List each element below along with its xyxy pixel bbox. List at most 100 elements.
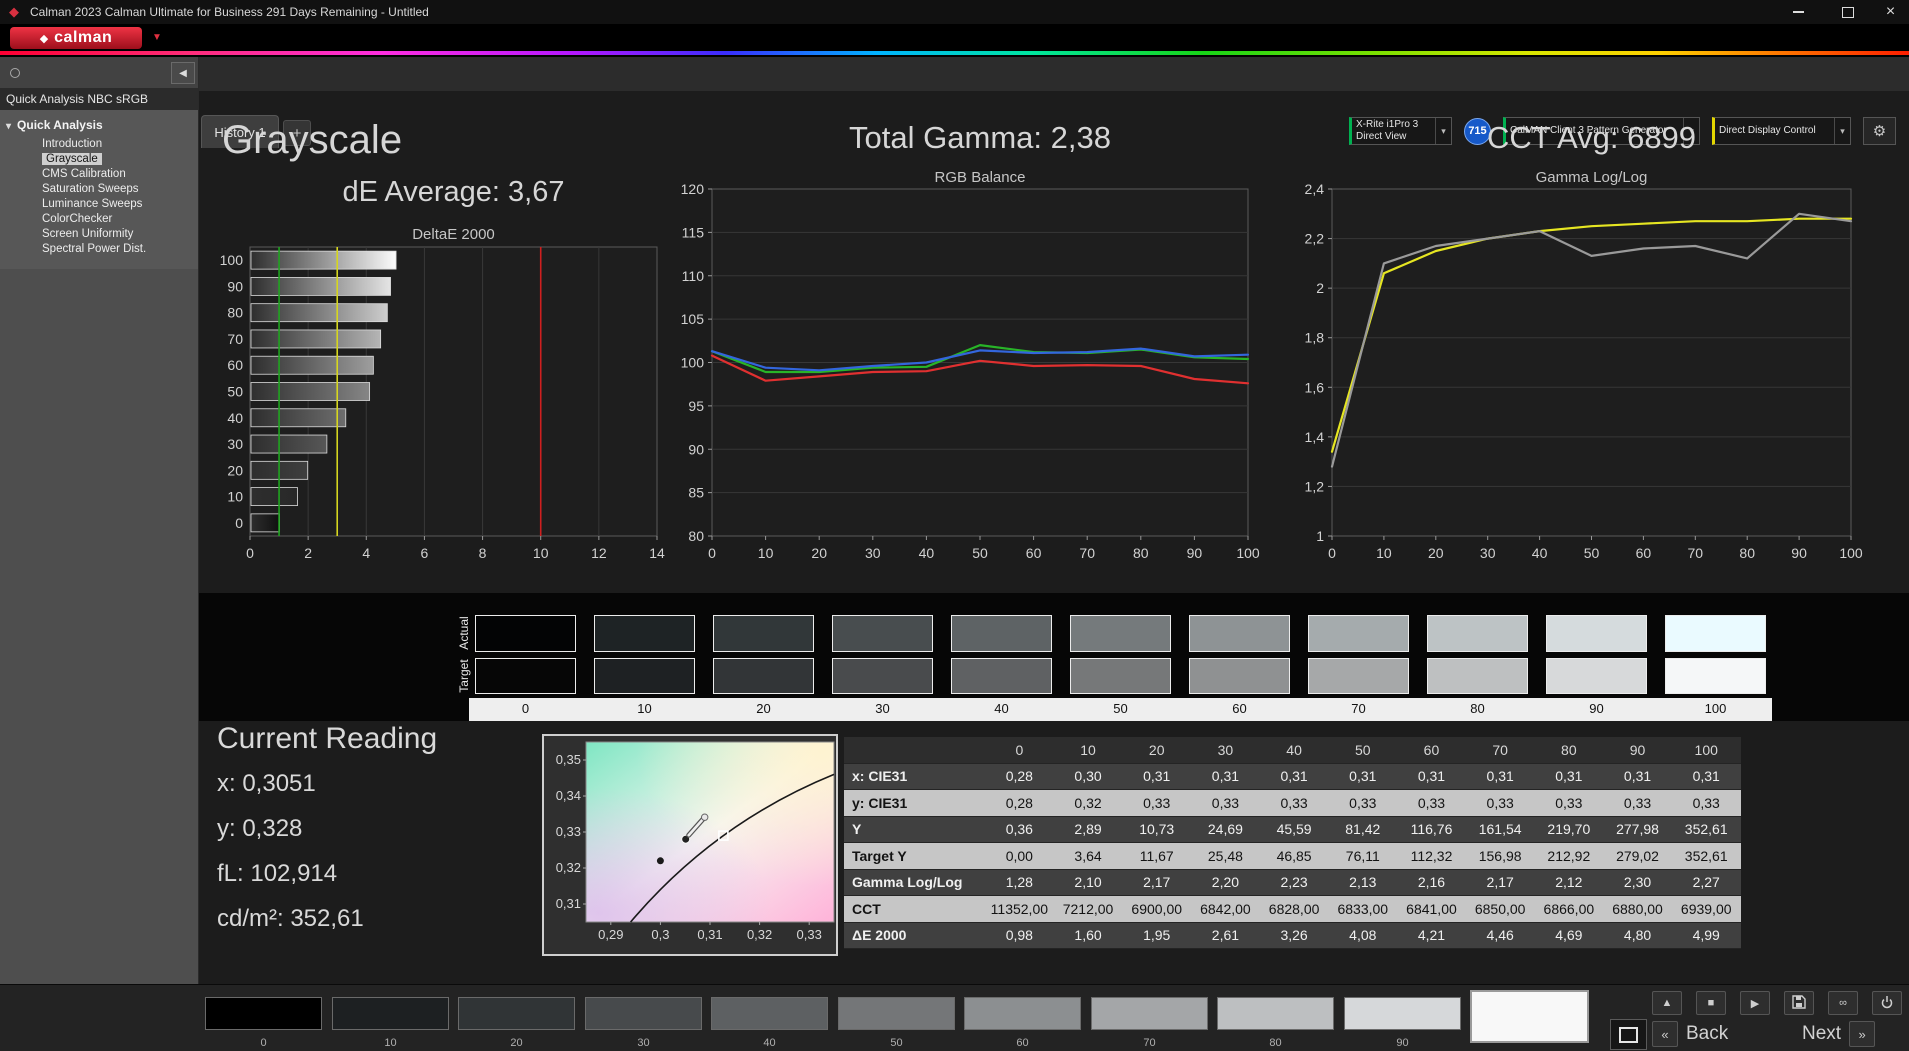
table-cell: 6842,00	[1191, 896, 1260, 923]
sidebar-item-introduction[interactable]: Introduction	[0, 137, 198, 152]
table-row-label-cct: CCT	[844, 896, 985, 923]
logo-bar: ◆ calman ▼	[0, 24, 1909, 57]
stop-button[interactable]: ■	[1696, 991, 1726, 1015]
svg-text:60: 60	[1636, 545, 1652, 560]
sidebar-item-grayscale[interactable]: Grayscale	[0, 152, 198, 167]
table-column-header: 90	[1603, 737, 1672, 764]
sidebar: ◀ Quick Analysis NBC sRGB ▾ Quick Analysi…	[0, 57, 199, 984]
back-skip-icon[interactable]: «	[1652, 1021, 1678, 1047]
play-button[interactable]: ▶	[1740, 991, 1770, 1015]
table-cell: 4,46	[1465, 922, 1535, 949]
sidebar-top-strip: ◀	[0, 57, 198, 88]
settings-gear-button[interactable]: ⚙	[1863, 117, 1896, 145]
swatch-level-label: 20	[756, 701, 771, 716]
target-swatch-0	[475, 658, 576, 694]
swatch-level-label: 10	[637, 701, 652, 716]
table-cell: 2,17	[1122, 869, 1192, 896]
table-cell: 0,33	[1534, 790, 1604, 817]
svg-text:110: 110	[682, 268, 705, 284]
pattern-patch-20[interactable]	[458, 997, 575, 1030]
pattern-patch-60[interactable]	[964, 997, 1081, 1030]
table-cell: 2,10	[1053, 869, 1123, 896]
maximize-button[interactable]	[1826, 0, 1870, 24]
sidebar-item-colorchecker[interactable]: ColorChecker	[0, 212, 198, 227]
minimize-icon	[1792, 11, 1804, 13]
swatch-level-label: 100	[1704, 701, 1727, 716]
svg-text:1,8: 1,8	[1305, 330, 1325, 346]
sidebar-item-saturation-sweeps[interactable]: Saturation Sweeps	[0, 182, 198, 197]
svg-text:85: 85	[688, 485, 704, 501]
calman-logo: ◆ calman	[10, 27, 142, 49]
svg-text:100: 100	[681, 355, 705, 371]
table-cell: 0,33	[1122, 790, 1192, 817]
next-skip-icon[interactable]: »	[1849, 1021, 1876, 1047]
table-row-label-gamma-log-log: Gamma Log/Log	[844, 869, 985, 896]
svg-text:2: 2	[1316, 280, 1324, 296]
svg-text:50: 50	[227, 384, 243, 400]
svg-text:50: 50	[972, 545, 988, 560]
svg-text:1,6: 1,6	[1305, 379, 1325, 395]
table-column-header: 20	[1122, 737, 1192, 764]
table-cell: 2,89	[1053, 816, 1123, 843]
loop-icon: ∞	[1839, 997, 1847, 1009]
pattern-patch-70[interactable]	[1091, 997, 1208, 1030]
table-cell: 6833,00	[1328, 896, 1398, 923]
svg-text:20: 20	[227, 462, 243, 478]
svg-text:80: 80	[1739, 545, 1755, 560]
pattern-patch-40[interactable]	[711, 997, 828, 1030]
svg-text:95: 95	[688, 398, 704, 414]
loop-button[interactable]: ∞	[1828, 991, 1858, 1015]
patch-level-label: 70	[1143, 1037, 1156, 1049]
collapse-up-button[interactable]: ▲	[1652, 991, 1682, 1015]
pattern-patch-100-selected[interactable]	[1470, 990, 1589, 1043]
pattern-window-toggle-button[interactable]	[1610, 1019, 1647, 1050]
minimize-button[interactable]	[1776, 0, 1820, 24]
actual-swatch-50	[1070, 615, 1171, 652]
back-button[interactable]: « Back	[1652, 1021, 1728, 1047]
table-cell: 1,28	[985, 869, 1054, 896]
pattern-patch-80[interactable]	[1217, 997, 1334, 1030]
table-cell: 0,31	[1191, 763, 1260, 790]
logo-menu-chevron-icon[interactable]: ▼	[152, 32, 162, 43]
svg-text:40: 40	[227, 410, 243, 426]
pattern-patch-90[interactable]	[1344, 997, 1461, 1030]
play-icon: ▶	[1750, 997, 1760, 1010]
swatch-level-label: 80	[1470, 701, 1485, 716]
table-cell: 6828,00	[1259, 896, 1329, 923]
patch-level-label: 10	[384, 1037, 397, 1049]
sidebar-item-screen-uniformity[interactable]: Screen Uniformity	[0, 227, 198, 242]
swatch-level-label: 70	[1351, 701, 1366, 716]
pin-dot-icon[interactable]	[10, 68, 20, 78]
sidebar-item-cms-calibration[interactable]: CMS Calibration	[0, 167, 198, 182]
svg-text:0,32: 0,32	[556, 860, 581, 875]
svg-text:6: 6	[421, 545, 429, 561]
reading-cdm2-value: cd/m²: 352,61	[217, 905, 364, 932]
tree-root-quick-analysis[interactable]: ▾ Quick Analysis	[0, 115, 198, 137]
collapse-sidebar-button[interactable]: ◀	[171, 62, 195, 84]
svg-text:1,2: 1,2	[1305, 478, 1325, 494]
table-column-header: 100	[1671, 737, 1741, 764]
pattern-patch-30[interactable]	[585, 997, 702, 1030]
next-button[interactable]: Next »	[1802, 1021, 1876, 1047]
pattern-patch-0[interactable]	[205, 997, 322, 1030]
table-cell: 4,08	[1328, 922, 1398, 949]
sidebar-item-spectral-power-dist[interactable]: Spectral Power Dist.	[0, 242, 198, 257]
svg-text:10: 10	[758, 545, 774, 560]
pattern-patch-50[interactable]	[838, 997, 955, 1030]
table-cell: 45,59	[1259, 816, 1329, 843]
sidebar-item-luminance-sweeps[interactable]: Luminance Sweeps	[0, 197, 198, 212]
gear-icon: ⚙	[1872, 123, 1887, 140]
swatch-level-label: 50	[1113, 701, 1128, 716]
svg-text:0,33: 0,33	[797, 927, 822, 942]
close-button[interactable]: ×	[1872, 0, 1909, 24]
power-button[interactable]	[1872, 991, 1902, 1015]
table-cell: 2,20	[1191, 869, 1260, 896]
target-swatch-60	[1189, 658, 1290, 694]
grayscale-swatch-strip: Actual Target 0 10 20 30 40 50 60 70 80 90 100	[199, 593, 1909, 721]
table-cell: 0,32	[1053, 790, 1123, 817]
save-button[interactable]	[1784, 991, 1814, 1015]
svg-text:0,33: 0,33	[556, 824, 581, 839]
pattern-patch-10[interactable]	[332, 997, 449, 1030]
measurement-table: 0 10 20 30 40 50 60 70 80 90 100 x: CIE31 0,28 0,30 0,…	[844, 737, 1741, 949]
table-cell: 277,98	[1603, 816, 1672, 843]
